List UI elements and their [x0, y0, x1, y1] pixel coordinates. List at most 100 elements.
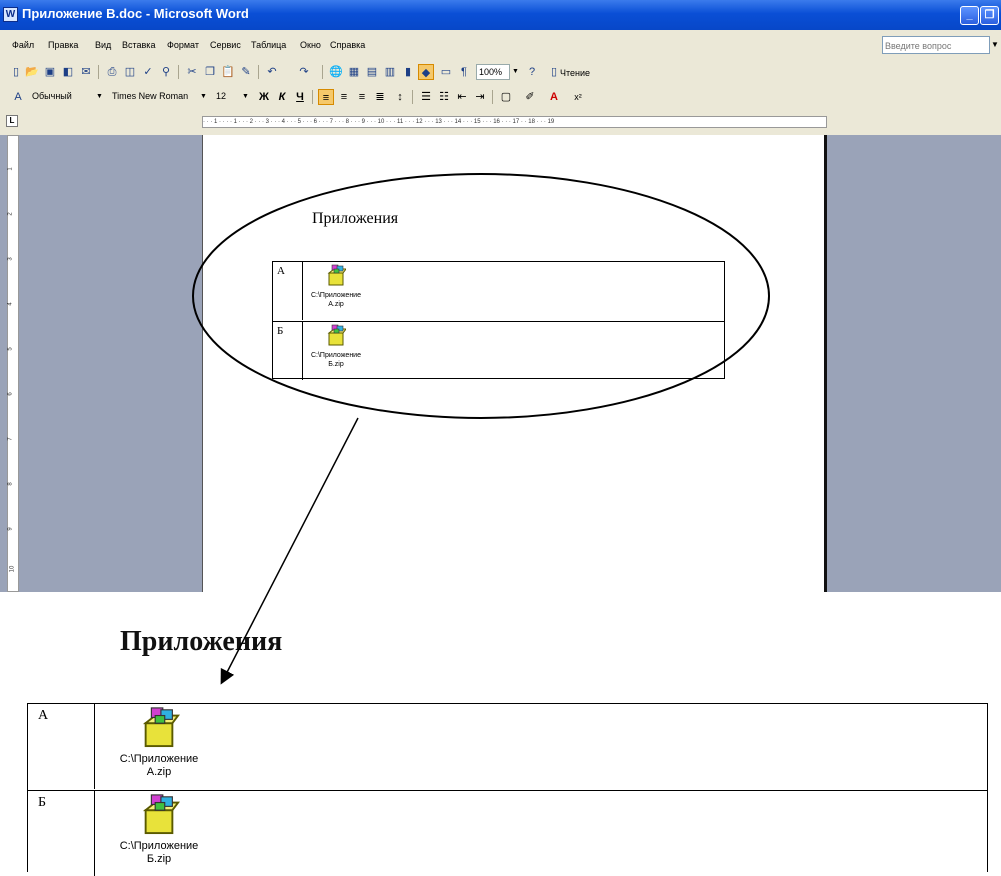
highlight-icon[interactable]: ✐ — [522, 89, 538, 105]
word-window: W Приложение В.doc - Microsoft Word _ ❐ … — [0, 0, 1001, 592]
bullets-icon[interactable]: ☷ — [436, 89, 452, 105]
table-row[interactable]: Б C:\Приложение Б.zip — [273, 321, 724, 380]
font-size-dropdown-icon[interactable]: ▼ — [240, 89, 251, 105]
word-app-icon[interactable]: W — [3, 7, 18, 22]
document-heading: Приложения — [312, 210, 399, 227]
underline-button[interactable]: Ч — [292, 89, 308, 105]
font-dropdown-icon[interactable]: ▼ — [198, 89, 209, 105]
toolbar-separator — [258, 65, 259, 79]
horizontal-ruler[interactable]: · · · 1 · · · · 1 · · · 2 · · · 3 · · · … — [202, 116, 827, 128]
superscript-icon[interactable]: x² — [570, 89, 586, 105]
columns-icon[interactable]: ▮ — [400, 64, 416, 80]
package-object[interactable]: C:\Приложение Б.zip — [309, 324, 363, 369]
increase-indent-icon[interactable]: ⇥ — [472, 89, 488, 105]
permission-icon[interactable]: ◧ — [60, 64, 76, 80]
row-label: Б — [273, 322, 303, 380]
toolbar-separator — [322, 65, 323, 79]
new-document-icon[interactable]: ▯ — [8, 64, 24, 80]
menu-tools[interactable]: Сервис — [210, 40, 241, 50]
help-icon[interactable]: ? — [524, 64, 540, 80]
align-left-icon[interactable]: ≡ — [318, 89, 334, 105]
undo-icon[interactable]: ↶ — [264, 64, 280, 80]
font-color-icon[interactable]: A — [546, 89, 562, 105]
toolbar-separator — [98, 65, 99, 79]
table-row[interactable]: А C:\Приложение A.zip — [273, 262, 724, 320]
paste-icon[interactable]: 📋 — [220, 64, 236, 80]
menu-insert[interactable]: Вставка — [122, 40, 155, 50]
print-icon[interactable]: ⎙ — [104, 64, 120, 80]
document-map-icon[interactable]: ▭ — [438, 64, 454, 80]
open-icon[interactable]: 📂 — [24, 64, 40, 80]
print-preview-icon[interactable]: ◫ — [122, 64, 138, 80]
format-painter-icon[interactable]: ✎ — [238, 64, 254, 80]
cut-icon[interactable]: ✂ — [184, 64, 200, 80]
ask-dropdown-icon[interactable]: ▼ — [989, 36, 1001, 54]
row-label: Б — [28, 791, 95, 876]
save-icon[interactable]: ▣ — [42, 64, 58, 80]
drawing-icon[interactable]: ◆ — [418, 64, 434, 80]
table-row: А C:\Приложение A.zip — [28, 704, 987, 789]
ruler-number: 3 — [7, 257, 14, 261]
menu-help[interactable]: Справка — [330, 40, 365, 50]
toolbar-separator — [412, 90, 413, 104]
justify-icon[interactable]: ≣ — [372, 89, 388, 105]
zoom-select[interactable]: 100% — [476, 64, 510, 80]
zoomed-appendix-table: А C:\Приложение A.zip Б C:\Приложение Б.… — [27, 703, 988, 876]
reading-button[interactable]: Чтение — [560, 68, 590, 78]
line-spacing-icon[interactable]: ↕ — [392, 89, 408, 105]
ruler-number: 5 — [7, 347, 14, 351]
package-icon — [142, 794, 180, 835]
package-caption: A.zip — [146, 766, 172, 778]
formatting-toolbar: A Обычный ▼ Times New Roman ▼ 12 ▼ Ж К Ч… — [0, 85, 1001, 111]
style-dropdown-icon[interactable]: ▼ — [94, 89, 105, 105]
appendix-table[interactable]: А C:\Приложение A.zip Б C:\Приложение Б.… — [272, 261, 725, 380]
zoom-dropdown-icon[interactable]: ▼ — [510, 64, 521, 80]
package-caption: A.zip — [328, 301, 344, 308]
font-select[interactable]: Times New Roman — [110, 89, 196, 105]
menu-edit[interactable]: Правка — [48, 40, 78, 50]
hyperlink-icon[interactable]: 🌐 — [328, 64, 344, 80]
tables-borders-icon[interactable]: ▦ — [346, 64, 362, 80]
align-center-icon[interactable]: ≡ — [336, 89, 352, 105]
package-caption: C:\Приложение — [119, 840, 199, 852]
menu-format[interactable]: Формат — [167, 40, 199, 50]
numbering-icon[interactable]: ☰ — [418, 89, 434, 105]
insert-table-icon[interactable]: ▤ — [364, 64, 380, 80]
minimize-button[interactable]: _ — [960, 6, 979, 25]
redo-icon[interactable]: ↷ — [296, 64, 312, 80]
copy-icon[interactable]: ❐ — [202, 64, 218, 80]
package-icon — [142, 707, 180, 748]
standard-toolbar: ▯ 📂 ▣ ◧ ✉ ⎙ ◫ ✓ ⚲ ✂ ❐ 📋 ✎ ↶ ↷ 🌐 ▦ ▤ ▥ ▮ … — [0, 60, 1001, 85]
italic-button[interactable]: К — [274, 89, 290, 105]
maximize-button[interactable]: ❐ — [980, 6, 999, 25]
menu-file[interactable]: Файл — [12, 40, 34, 50]
package-object[interactable]: C:\Приложение A.zip — [309, 264, 363, 309]
align-right-icon[interactable]: ≡ — [354, 89, 370, 105]
package-caption: C:\Приложение — [119, 753, 199, 765]
ask-question-input[interactable]: Введите вопрос — [882, 36, 990, 54]
title-bar[interactable]: W Приложение В.doc - Microsoft Word _ ❐ — [0, 0, 1001, 30]
package-object: C:\Приложение A.zip — [114, 706, 204, 779]
spelling-icon[interactable]: ✓ — [140, 64, 156, 80]
package-icon — [327, 324, 347, 346]
ruler-number: 6 — [7, 392, 14, 396]
window-title: Приложение В.doc - Microsoft Word — [22, 6, 249, 21]
toolbar-separator — [312, 90, 313, 104]
menu-window[interactable]: Окно — [300, 40, 321, 50]
ruler-number: 7 — [7, 437, 14, 441]
style-select[interactable]: Обычный — [30, 89, 94, 105]
styles-icon[interactable]: A — [10, 89, 26, 105]
row-label: А — [273, 262, 303, 320]
bold-button[interactable]: Ж — [256, 89, 272, 105]
insert-excel-icon[interactable]: ▥ — [382, 64, 398, 80]
email-icon[interactable]: ✉ — [78, 64, 94, 80]
show-hide-icon[interactable]: ¶ — [456, 64, 472, 80]
tab-selector[interactable]: L — [6, 115, 18, 127]
vertical-ruler[interactable]: 1 2 3 4 5 6 7 8 9 10 — [7, 135, 19, 592]
menu-view[interactable]: Вид — [95, 40, 111, 50]
package-object: C:\Приложение Б.zip — [114, 793, 204, 866]
decrease-indent-icon[interactable]: ⇤ — [454, 89, 470, 105]
borders-icon[interactable]: ▢ — [498, 89, 514, 105]
menu-table[interactable]: Таблица — [251, 40, 286, 50]
research-icon[interactable]: ⚲ — [158, 64, 174, 80]
